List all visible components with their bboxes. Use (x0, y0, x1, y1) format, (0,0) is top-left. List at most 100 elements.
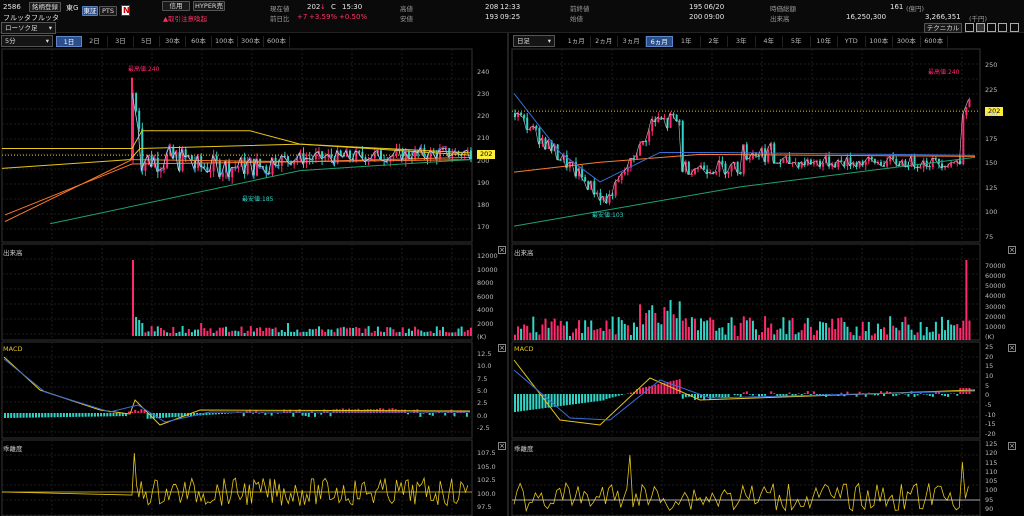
volume-bar (231, 330, 234, 336)
volume-bar (404, 332, 407, 336)
volume-bar (809, 326, 812, 340)
volume-bar (681, 320, 684, 340)
close-icon[interactable]: × (498, 442, 506, 450)
volume-bar (386, 327, 389, 336)
macd-bar (90, 413, 93, 417)
macd-bar (876, 394, 879, 396)
close-icon[interactable]: × (1008, 344, 1016, 352)
volume-bar (663, 307, 666, 340)
right-macd_axis-tick: -5 (985, 401, 992, 409)
volume-bar (367, 326, 370, 336)
candle (870, 157, 873, 160)
volume-bar (968, 320, 971, 340)
macd-bar (115, 413, 118, 417)
left-low-annotation: 最安値:185 (242, 196, 274, 203)
left-price_axis-tick: 240 (477, 68, 490, 76)
macd-bar (956, 394, 959, 396)
close-icon[interactable]: × (498, 344, 506, 352)
close-icon[interactable]: × (498, 246, 506, 254)
right-price_axis-tick: 175 (985, 134, 998, 143)
macd-bar (788, 392, 791, 394)
right-macd_axis-tick: -20 (985, 430, 996, 438)
volume-bar (669, 300, 672, 340)
volume-bar (523, 324, 526, 340)
right-price_axis-tick: 100 (985, 208, 998, 217)
volume-bar (806, 317, 809, 340)
macd-bar (242, 413, 245, 417)
volume-bar (910, 329, 913, 340)
volume-bar (928, 332, 931, 340)
left-osc_axis-tick: 105.0 (477, 462, 496, 471)
macd-bar (599, 394, 602, 401)
macd-bar (568, 394, 571, 405)
macd-bar (413, 409, 416, 413)
charts-canvas[interactable] (0, 0, 1024, 516)
volume-bar (849, 332, 852, 340)
volume-bar (324, 331, 327, 336)
volume-bar (565, 321, 568, 340)
volume-bar (520, 328, 523, 340)
volume-bar (526, 325, 529, 340)
close-icon[interactable]: × (1008, 246, 1016, 254)
volume-bar (919, 321, 922, 340)
macd-bar (733, 394, 736, 396)
macd-bar (562, 394, 565, 406)
macd-bar (556, 394, 559, 407)
volume-bar (632, 322, 635, 340)
volume-bar (414, 326, 417, 336)
volume-bar (739, 322, 742, 340)
macd-bar (937, 392, 940, 394)
macd-bar (526, 394, 529, 411)
candle (520, 112, 523, 115)
macd-bar (751, 394, 754, 396)
candle (840, 160, 843, 162)
macd-bar (514, 394, 516, 412)
volume-bar (648, 310, 651, 340)
volume-bar (150, 326, 153, 336)
volume-bar (389, 327, 392, 336)
macd-bar (593, 394, 596, 402)
volume-bar (568, 335, 571, 340)
right-volume_axis-tick: 40000 (985, 292, 1006, 301)
candle (822, 162, 825, 167)
macd-bar (584, 394, 587, 403)
macd-bar (329, 413, 332, 417)
right-macd_axis-tick: 15 (985, 362, 994, 371)
macd-bar (109, 413, 112, 417)
macd-bar (681, 394, 684, 399)
candle (782, 158, 785, 164)
macd-bar (25, 413, 28, 418)
volume-bar (706, 320, 709, 340)
macd-bar (758, 394, 760, 397)
macd-bar (901, 393, 904, 394)
volume-bar (135, 317, 138, 336)
volume-bar (234, 330, 237, 336)
right-macd-title: MACD (514, 345, 534, 353)
right-price_axis-tick: 250 (985, 61, 998, 69)
macd-bar (797, 393, 800, 394)
macd-bar (16, 413, 19, 418)
macd-bar (422, 413, 425, 414)
volume-bar (401, 327, 404, 336)
volume-bar (355, 326, 358, 336)
macd-bar (304, 413, 307, 417)
left-price_axis-tick: 180 (477, 200, 490, 209)
candle (203, 166, 206, 168)
candle (767, 149, 770, 162)
volume-bar (770, 323, 773, 340)
right-volume_axis-tick: 50000 (985, 282, 1006, 291)
volume-bar (858, 335, 861, 340)
candle (687, 161, 690, 175)
volume-bar (657, 322, 660, 340)
right-volume_axis-tick: 30000 (985, 302, 1006, 311)
right-volume_axis-tick: 20000 (985, 312, 1006, 321)
close-icon[interactable]: × (1008, 442, 1016, 450)
macd-bar (532, 394, 535, 410)
volume-bar (581, 333, 584, 340)
volume-bar (417, 329, 420, 336)
volume-bar (837, 318, 840, 340)
candle (407, 151, 410, 158)
volume-bar (913, 334, 916, 340)
volume-bar (687, 326, 690, 340)
candle (184, 149, 187, 157)
